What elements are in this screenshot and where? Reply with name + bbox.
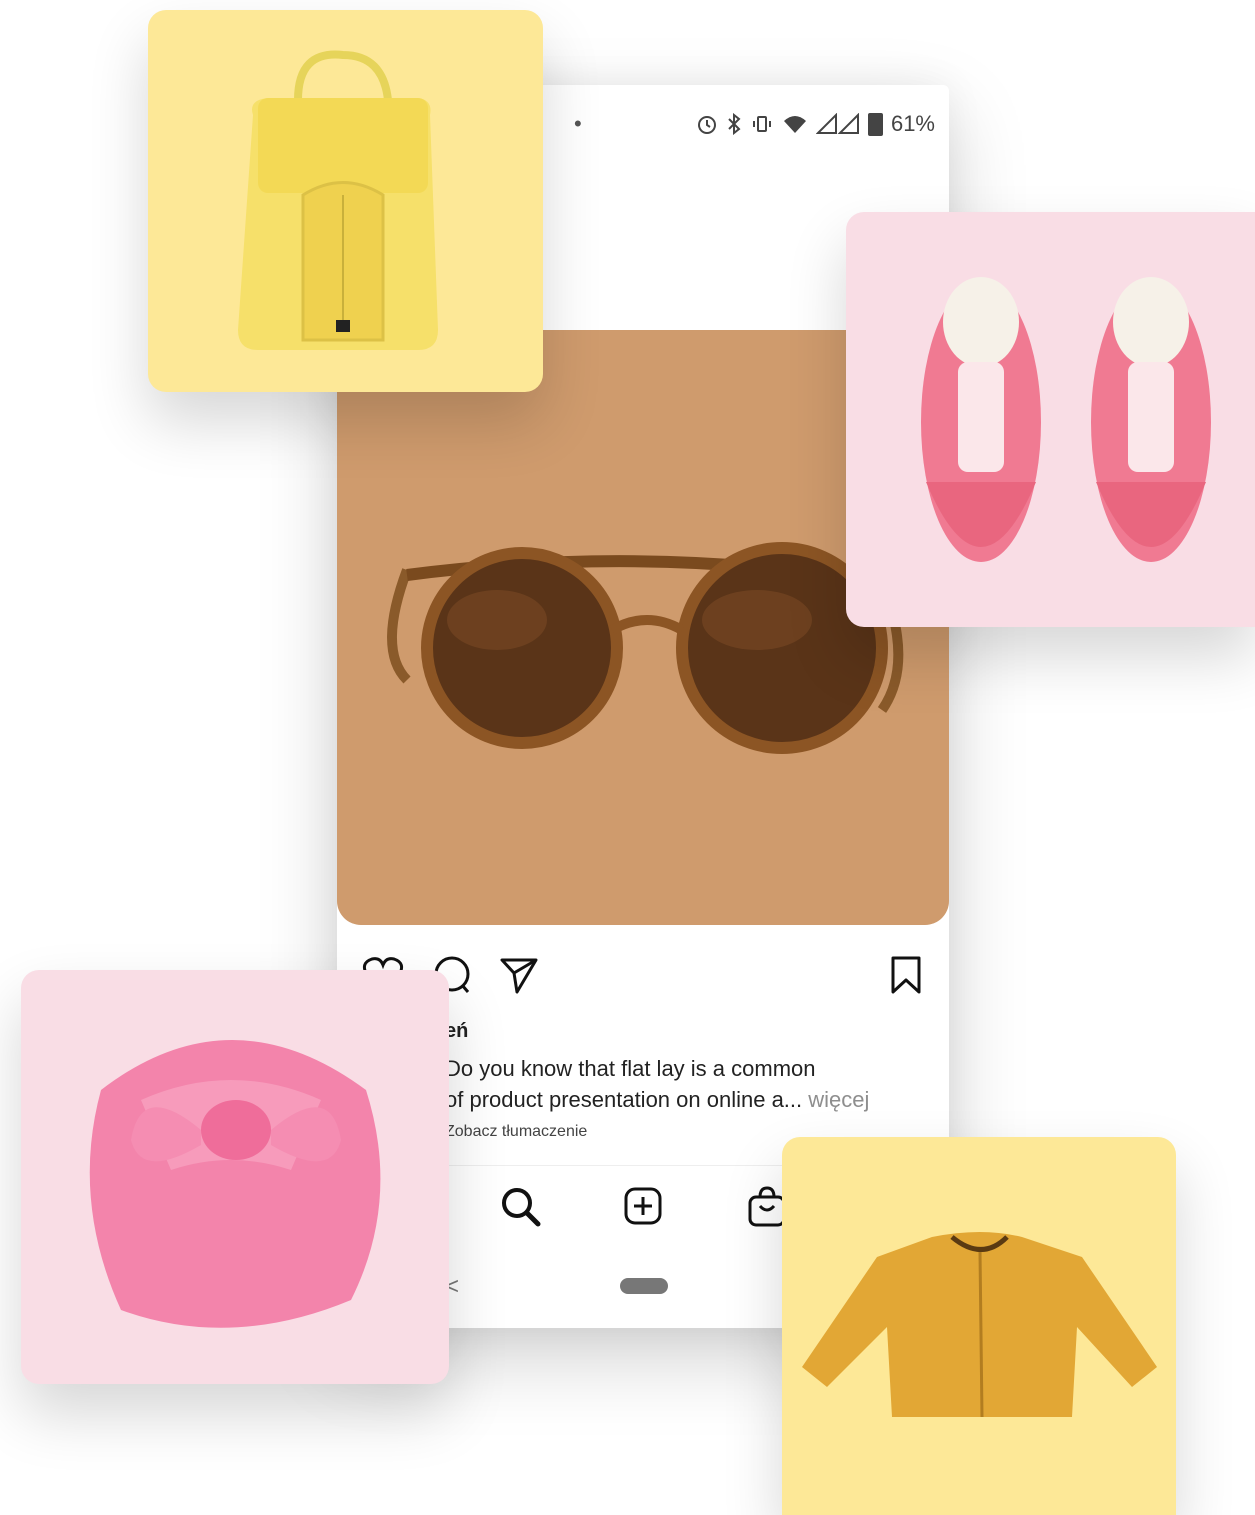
status-icons: 61% [696, 111, 935, 137]
wifi-icon [782, 113, 808, 135]
home-indicator[interactable] [620, 1278, 668, 1294]
more-link[interactable]: więcej [808, 1087, 869, 1112]
battery-percent: 61% [890, 111, 935, 136]
jacket-card [782, 1137, 1176, 1515]
search-icon[interactable] [500, 1186, 542, 1228]
caption-text: Do you know that flat lay is a common of… [445, 1053, 945, 1115]
signal-icon [815, 113, 860, 135]
bluetooth-icon [726, 113, 742, 135]
battery-icon [867, 112, 883, 136]
caption-line-2: of product presentation on online a... [445, 1087, 803, 1112]
backpack-image [238, 50, 438, 350]
sneakers-card [846, 212, 1255, 627]
post-username[interactable]: eń [445, 1020, 945, 1043]
send-icon[interactable] [499, 955, 539, 995]
add-post-icon[interactable] [623, 1186, 663, 1226]
bookmark-icon[interactable] [889, 955, 923, 995]
vibrate-icon [750, 113, 774, 135]
jacket-image [802, 1232, 1157, 1418]
alarm-icon [696, 113, 718, 135]
status-dot: • [574, 111, 582, 136]
backpack-card [148, 10, 543, 392]
turban-card [21, 970, 449, 1384]
caption-line-2-wrap: of product presentation on online a... w… [445, 1084, 945, 1115]
sneakers-image [921, 277, 1211, 562]
caption-line-1: Do you know that flat lay is a common [445, 1056, 816, 1081]
turban-image [89, 1040, 381, 1328]
post-caption: eń Do you know that flat lay is a common… [445, 1020, 945, 1141]
shop-bag-icon[interactable] [747, 1186, 787, 1228]
